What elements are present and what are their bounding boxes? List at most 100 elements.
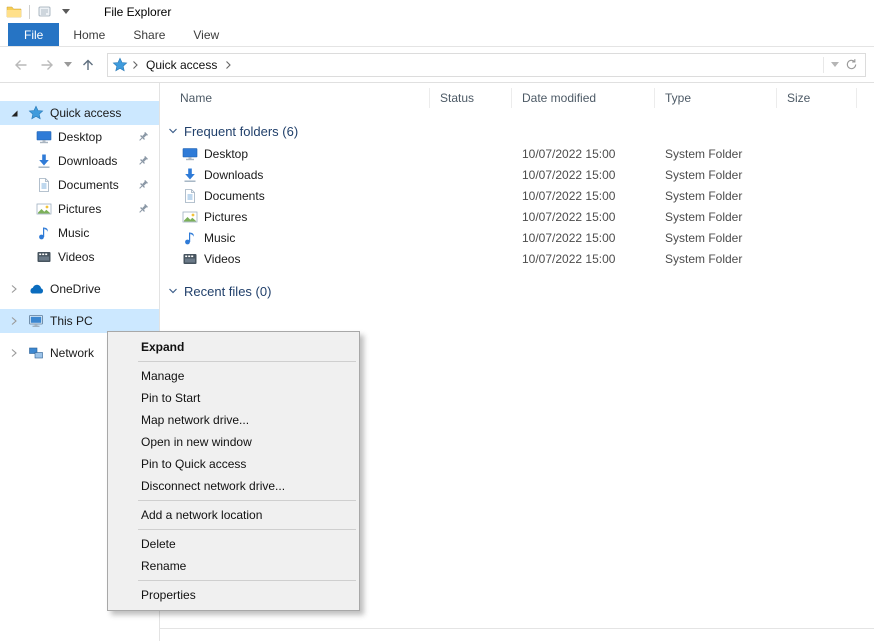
back-button[interactable] [8, 52, 34, 78]
file-name: Downloads [204, 168, 263, 182]
menu-item-disconnect-network-drive[interactable]: Disconnect network drive... [108, 475, 359, 497]
file-name: Videos [204, 252, 240, 266]
forward-button[interactable] [34, 52, 60, 78]
menu-item-pin-to-quick-access[interactable]: Pin to Quick access [108, 453, 359, 475]
pictures-icon [182, 209, 198, 225]
file-size [777, 227, 857, 248]
downloads-icon [36, 153, 52, 169]
file-type: System Folder [655, 143, 777, 164]
downloads-icon [182, 167, 198, 183]
column-header-status[interactable]: Status [430, 88, 512, 108]
tab-home[interactable]: Home [59, 23, 119, 46]
file-row-downloads[interactable]: Downloads 10/07/2022 15:00 System Folder [160, 164, 874, 185]
videos-icon [36, 249, 52, 265]
group-header-frequent-folders[interactable]: Frequent folders (6) [160, 119, 874, 143]
file-date-modified: 10/07/2022 15:00 [512, 185, 655, 206]
file-row-desktop[interactable]: Desktop 10/07/2022 15:00 System Folder [160, 143, 874, 164]
sidebar-item-quick-access[interactable]: Quick access [0, 101, 159, 125]
sidebar-item-documents[interactable]: Documents [0, 173, 159, 197]
file-row-music[interactable]: Music 10/07/2022 15:00 System Folder [160, 227, 874, 248]
tab-view[interactable]: View [179, 23, 233, 46]
file-status [430, 248, 512, 269]
file-row-pictures[interactable]: Pictures 10/07/2022 15:00 System Folder [160, 206, 874, 227]
sidebar-item-pictures[interactable]: Pictures [0, 197, 159, 221]
pictures-icon [36, 201, 52, 217]
pin-icon [137, 155, 149, 167]
quick-access-toolbar-icon[interactable] [37, 4, 53, 20]
chevron-right-icon[interactable] [8, 283, 20, 295]
pin-icon [137, 203, 149, 215]
network-icon [28, 345, 44, 361]
file-type: System Folder [655, 164, 777, 185]
menu-separator [138, 500, 356, 501]
sidebar-item-downloads[interactable]: Downloads [0, 149, 159, 173]
file-size [777, 206, 857, 227]
sidebar-item-label: Downloads [58, 154, 117, 168]
address-dropdown-caret-icon[interactable] [828, 62, 842, 67]
file-date-modified: 10/07/2022 15:00 [512, 164, 655, 185]
column-header-type[interactable]: Type [655, 88, 777, 108]
chevron-right-icon[interactable] [8, 315, 20, 327]
sidebar-item-label: This PC [50, 314, 93, 328]
recent-locations-caret-icon[interactable] [60, 52, 75, 78]
file-date-modified: 10/07/2022 15:00 [512, 206, 655, 227]
pin-icon [137, 131, 149, 143]
file-size [777, 143, 857, 164]
menu-item-manage[interactable]: Manage [108, 365, 359, 387]
menu-item-open-in-new-window[interactable]: Open in new window [108, 431, 359, 453]
column-header-name[interactable]: Name [160, 88, 430, 108]
sidebar-item-music[interactable]: Music [0, 221, 159, 245]
menu-separator [138, 361, 356, 362]
sidebar-item-videos[interactable]: Videos [0, 245, 159, 269]
menu-item-add-network-location[interactable]: Add a network location [108, 504, 359, 526]
menu-item-expand[interactable]: Expand [108, 336, 359, 358]
menu-item-properties[interactable]: Properties [108, 584, 359, 606]
status-bar [160, 628, 874, 641]
frequent-folders-rows: Desktop 10/07/2022 15:00 System Folder D… [160, 143, 874, 269]
group-header-recent-files[interactable]: Recent files (0) [160, 279, 874, 303]
chevron-right-icon[interactable] [8, 347, 20, 359]
sidebar-item-onedrive[interactable]: OneDrive [0, 277, 159, 301]
onedrive-icon [28, 281, 44, 297]
sidebar-item-label: Pictures [58, 202, 101, 216]
file-name: Desktop [204, 147, 248, 161]
sidebar-item-desktop[interactable]: Desktop [0, 125, 159, 149]
file-status [430, 143, 512, 164]
group-collapse-chevron-icon[interactable] [167, 285, 179, 297]
file-type: System Folder [655, 206, 777, 227]
tab-share[interactable]: Share [119, 23, 179, 46]
sidebar-item-label: Desktop [58, 130, 102, 144]
music-icon [36, 225, 52, 241]
breadcrumb-location[interactable]: Quick access [146, 58, 217, 72]
menu-item-pin-to-start[interactable]: Pin to Start [108, 387, 359, 409]
file-size [777, 248, 857, 269]
quick-access-toolbar-caret-icon[interactable] [62, 9, 70, 14]
file-row-documents[interactable]: Documents 10/07/2022 15:00 System Folder [160, 185, 874, 206]
window-title: File Explorer [104, 5, 171, 19]
desktop-icon [36, 129, 52, 145]
file-row-videos[interactable]: Videos 10/07/2022 15:00 System Folder [160, 248, 874, 269]
file-size [777, 185, 857, 206]
file-status [430, 206, 512, 227]
address-bar[interactable]: Quick access [107, 53, 866, 77]
menu-item-rename[interactable]: Rename [108, 555, 359, 577]
address-bar-separator [823, 57, 824, 73]
file-name: Pictures [204, 210, 247, 224]
menu-item-delete[interactable]: Delete [108, 533, 359, 555]
menu-separator [138, 529, 356, 530]
file-name: Documents [204, 189, 265, 203]
column-header-date-modified[interactable]: Date modified [512, 88, 655, 108]
sidebar-item-this-pc[interactable]: This PC [0, 309, 159, 333]
breadcrumb-chevron-icon[interactable] [130, 60, 140, 70]
sidebar-item-label: Music [58, 226, 89, 240]
sidebar-item-label: Network [50, 346, 94, 360]
tab-file[interactable]: File [8, 23, 59, 46]
up-button[interactable] [75, 52, 101, 78]
breadcrumb-chevron-icon[interactable] [223, 60, 233, 70]
menu-item-map-network-drive[interactable]: Map network drive... [108, 409, 359, 431]
group-collapse-chevron-icon[interactable] [167, 125, 179, 137]
column-header-row: Name Status Date modified Type Size [160, 83, 874, 113]
chevron-down-icon[interactable] [8, 107, 20, 119]
column-header-size[interactable]: Size [777, 88, 857, 108]
refresh-icon[interactable] [842, 58, 861, 71]
